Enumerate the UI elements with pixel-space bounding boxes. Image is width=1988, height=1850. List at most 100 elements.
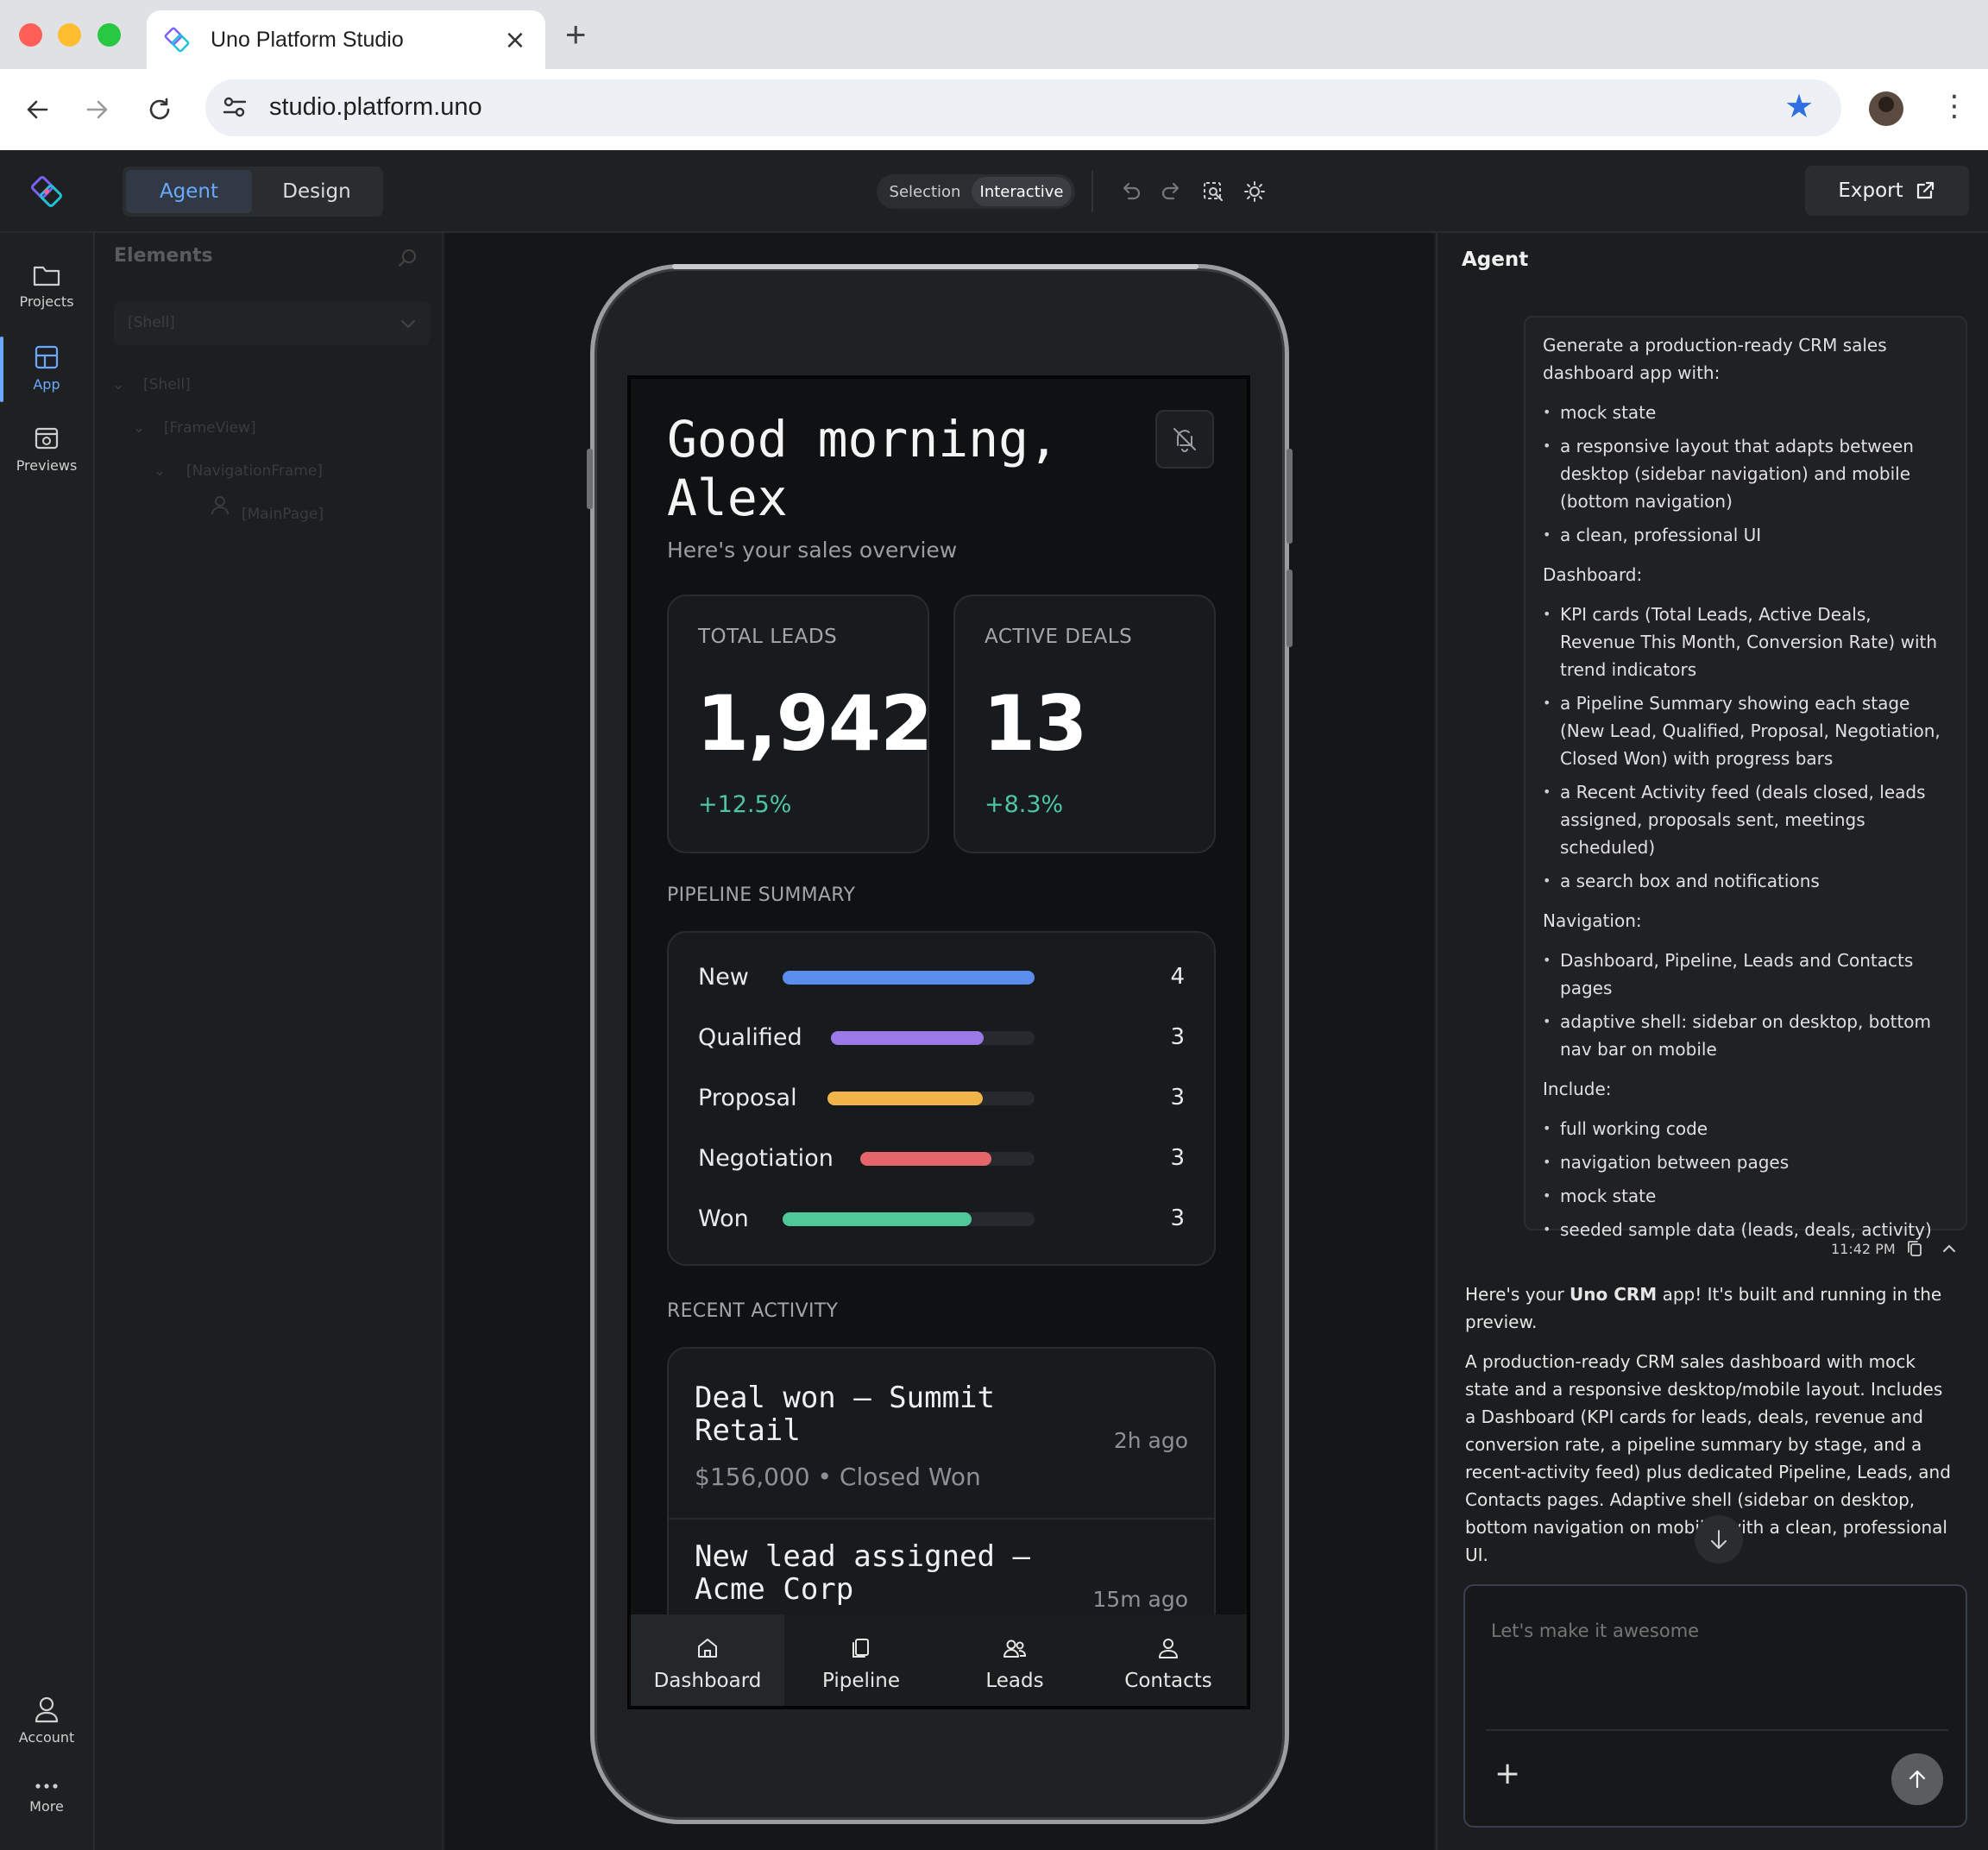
reply-text: Here's your [1465, 1284, 1570, 1305]
agent-panel: Agent Generate a production-ready CRM sa… [1436, 233, 1988, 1850]
kpi-card-total-leads[interactable]: TOTAL LEADS 1,942 +12.5% [667, 595, 933, 853]
tree-toggle-icon[interactable]: ⌄ [133, 419, 145, 437]
nav-dashboard[interactable]: Dashboard [631, 1614, 784, 1706]
stage-label: Negotiation [698, 1145, 834, 1172]
undo-icon [1123, 182, 1141, 200]
inspect-button[interactable] [1198, 176, 1229, 207]
tree-toggle-icon[interactable]: ⌄ [154, 462, 166, 480]
copy-icon[interactable] [1905, 1239, 1924, 1258]
tree-toggle-icon[interactable]: ⌄ [112, 376, 124, 393]
add-attachment-button[interactable]: + [1494, 1759, 1520, 1790]
mode-switch: Agent Design [123, 167, 383, 217]
kpi-card-active-deals[interactable]: ACTIVE DEALS 13 +8.3% [953, 595, 1216, 853]
recent-activity-list: Deal won — Summit Retail $156,000 • Clos… [667, 1347, 1216, 1640]
user-prompt-message: Generate a production-ready CRM sales da… [1524, 316, 1967, 1243]
chat-composer: + [1463, 1584, 1967, 1828]
preview-icon [35, 427, 59, 450]
page-node-icon [211, 496, 229, 515]
bottom-navigation: Dashboard Pipeline Leads Contacts [631, 1614, 1247, 1706]
uno-logo-icon[interactable] [28, 173, 66, 211]
chat-input[interactable] [1491, 1620, 1940, 1641]
device-side-button [1287, 569, 1293, 647]
kpi-trend: +12.5% [698, 791, 792, 818]
rail-previews[interactable]: Previews [0, 425, 93, 474]
activity-title: Deal won — Summit Retail [695, 1381, 995, 1448]
reload-button[interactable] [140, 90, 179, 129]
site-settings-icon[interactable] [221, 93, 248, 121]
elements-root-value: [Shell] [128, 314, 175, 331]
rail-previews-label: Previews [16, 457, 78, 474]
browser-tab[interactable]: Uno Platform Studio × [147, 10, 545, 69]
tree-item-frameview[interactable]: [FrameView] [164, 419, 256, 437]
close-window-button[interactable] [19, 23, 42, 47]
rail-more[interactable]: More [0, 1779, 93, 1815]
nav-dashboard-label: Dashboard [653, 1670, 762, 1692]
people-icon [1003, 1639, 1027, 1658]
tab-close-icon[interactable]: × [500, 25, 530, 55]
stage-label: Proposal [698, 1085, 797, 1111]
app-toolbar: Agent Design Selection Interactive Expor… [0, 150, 1988, 233]
nav-pipeline[interactable]: Pipeline [784, 1614, 938, 1706]
redo-icon [1161, 182, 1180, 200]
theme-toggle-button[interactable] [1239, 176, 1270, 207]
rail-projects[interactable]: Projects [0, 262, 93, 310]
prompt-list: Dashboard, Pipeline, Leads and Contacts … [1543, 947, 1950, 1063]
tree-item-shell[interactable]: [Shell] [143, 376, 191, 393]
greeting-subtitle: Here's your sales overview [667, 538, 958, 563]
bell-off-icon [1173, 428, 1196, 452]
prompt-intro: Generate a production-ready CRM sales da… [1543, 335, 1887, 383]
maximize-window-button[interactable] [98, 23, 121, 47]
minimize-window-button[interactable] [58, 23, 81, 47]
mode-design-tab[interactable]: Design [254, 170, 380, 213]
external-link-icon [1916, 181, 1934, 199]
home-icon [698, 1639, 717, 1658]
undo-button[interactable] [1115, 176, 1146, 207]
agent-panel-title: Agent [1462, 249, 1529, 271]
new-tab-button[interactable]: + [565, 14, 587, 55]
elements-title: Elements [114, 245, 213, 267]
redo-button[interactable] [1156, 176, 1187, 207]
bookmark-star-icon[interactable]: ★ [1784, 90, 1814, 123]
browser-menu-icon[interactable]: ⋮ [1940, 91, 1969, 121]
arrow-up-icon [1909, 1770, 1926, 1789]
export-button[interactable]: Export [1805, 166, 1969, 216]
nav-pipeline-label: Pipeline [821, 1670, 900, 1692]
rail-account[interactable]: Account [0, 1695, 93, 1746]
device-power-button [1287, 449, 1293, 544]
app-layout-icon [35, 345, 59, 369]
send-button[interactable] [1891, 1753, 1943, 1805]
rail-app[interactable]: App [0, 343, 93, 393]
back-button[interactable] [17, 90, 57, 129]
profile-avatar[interactable] [1869, 91, 1903, 126]
url-text[interactable]: studio.platform.uno [269, 93, 482, 122]
prompt-list-item: a clean, professional UI [1543, 521, 1950, 549]
stage-progress-track [860, 1152, 1035, 1166]
stage-label: Won [698, 1205, 749, 1232]
collapse-chevron-icon[interactable] [1940, 1239, 1959, 1258]
tree-item-mainpage[interactable]: [MainPage] [242, 506, 324, 523]
rail-projects-label: Projects [19, 293, 74, 310]
stage-progress-track [827, 1092, 1035, 1105]
prompt-list: KPI cards (Total Leads, Active Deals, Re… [1543, 601, 1950, 895]
interactive-mode-button[interactable]: Interactive [972, 177, 1072, 206]
forward-button[interactable] [78, 90, 117, 129]
notifications-button[interactable] [1155, 410, 1214, 469]
prompt-heading-navigation: Navigation: [1543, 910, 1642, 931]
device-volume-up [587, 449, 593, 509]
prompt-list: full working code navigation between page… [1543, 1115, 1950, 1243]
tree-item-navigationframe[interactable]: [NavigationFrame] [186, 462, 323, 480]
mode-agent-tab[interactable]: Agent [126, 170, 252, 213]
selection-mode-button[interactable]: Selection [880, 177, 970, 206]
uno-favicon-icon [164, 27, 190, 53]
account-icon [35, 1696, 59, 1723]
nav-contacts[interactable]: Contacts [1092, 1614, 1245, 1706]
arrow-down-icon [1711, 1530, 1727, 1549]
inspect-icon [1204, 182, 1224, 202]
elements-search-icon[interactable] [397, 247, 419, 269]
message-timestamp: 11:42 PM [1831, 1241, 1896, 1257]
kpi-value: 13 [983, 679, 1087, 768]
nav-leads[interactable]: Leads [938, 1614, 1092, 1706]
elements-root-select[interactable]: [Shell] [114, 302, 430, 345]
scroll-to-bottom-button[interactable] [1695, 1515, 1743, 1564]
prompt-list-item: full working code [1543, 1115, 1950, 1142]
